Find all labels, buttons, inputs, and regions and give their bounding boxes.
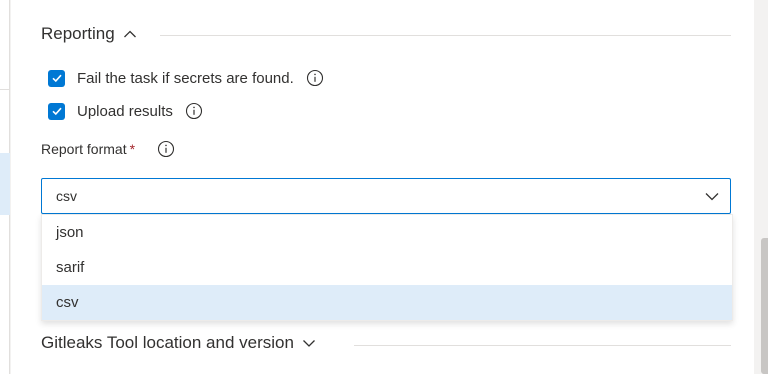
report-format-option-csv[interactable]: csv bbox=[42, 285, 732, 320]
info-icon[interactable] bbox=[306, 69, 324, 87]
checkmark-icon bbox=[51, 107, 62, 116]
fail-task-label: Fail the task if secrets are found. bbox=[77, 69, 294, 87]
info-icon[interactable] bbox=[157, 140, 175, 158]
gitleaks-section-header[interactable]: Gitleaks Tool location and version bbox=[41, 333, 316, 353]
left-navigation-strip bbox=[0, 0, 10, 374]
report-format-option-sarif[interactable]: sarif bbox=[42, 250, 732, 285]
left-strip-selected-item[interactable] bbox=[0, 153, 10, 215]
gitleaks-section-divider bbox=[354, 345, 731, 346]
fail-task-checkbox[interactable] bbox=[48, 69, 65, 87]
report-format-option-json[interactable]: json bbox=[42, 215, 732, 250]
fail-task-checkbox-row[interactable]: Fail the task if secrets are found. bbox=[48, 69, 324, 87]
chevron-up-icon bbox=[123, 27, 137, 41]
required-marker: * bbox=[129, 141, 136, 157]
upload-results-label: Upload results bbox=[77, 102, 173, 120]
info-icon[interactable] bbox=[185, 102, 203, 120]
left-strip-divider bbox=[0, 89, 10, 90]
gitleaks-section-title: Gitleaks Tool location and version bbox=[41, 333, 294, 352]
report-format-label-text: Report format bbox=[41, 141, 127, 157]
chevron-down-icon bbox=[302, 336, 316, 350]
report-format-current-value: csv bbox=[56, 188, 77, 204]
checkmark-icon bbox=[51, 74, 62, 83]
report-format-options-list: json sarif csv bbox=[41, 214, 733, 321]
reporting-section-header[interactable]: Reporting bbox=[41, 24, 137, 44]
reporting-section-divider bbox=[160, 35, 731, 36]
report-format-label: Report format * bbox=[41, 140, 175, 158]
upload-results-checkbox[interactable] bbox=[48, 102, 65, 120]
scrollbar-thumb[interactable] bbox=[761, 238, 768, 374]
report-format-dropdown[interactable]: csv bbox=[41, 178, 731, 214]
upload-results-checkbox-row[interactable]: Upload results bbox=[48, 102, 203, 120]
reporting-section-title: Reporting bbox=[41, 24, 115, 43]
chevron-down-icon[interactable] bbox=[704, 188, 720, 204]
